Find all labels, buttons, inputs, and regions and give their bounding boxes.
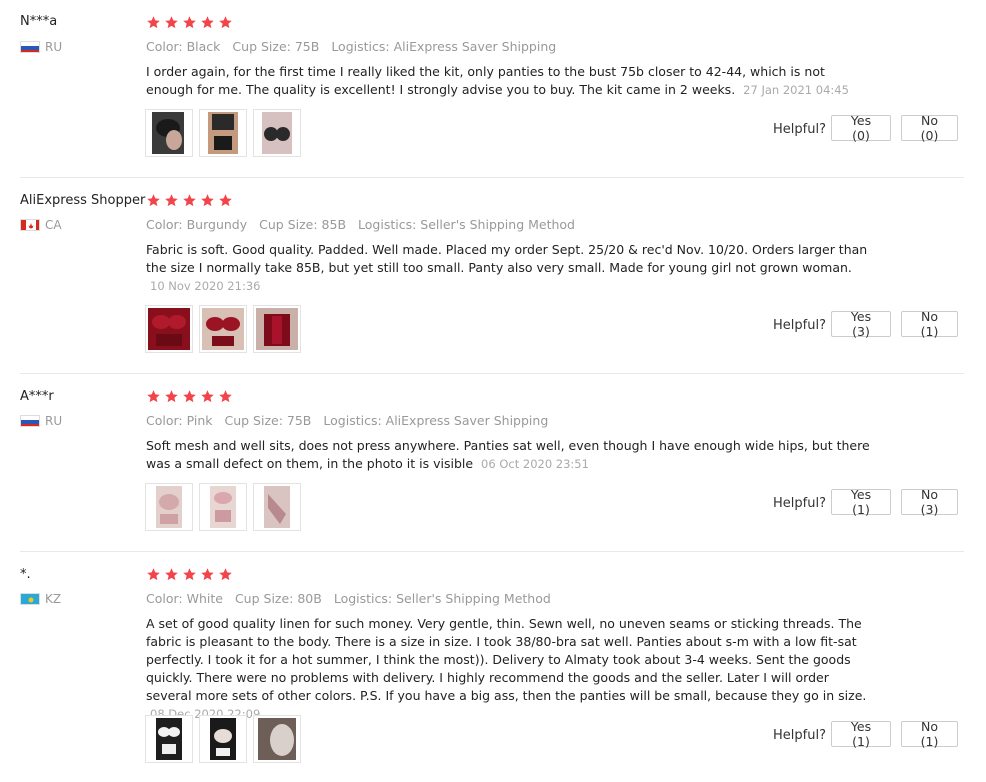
review-item: A***r RU Color: Pink Cup Size: 75B Logisti… (0, 374, 986, 552)
review-photos (145, 109, 301, 157)
country-code: CA (45, 218, 62, 232)
helpful-yes-button[interactable]: Yes (1) (831, 719, 891, 749)
review-attributes: Color: Pink Cup Size: 75B Logistics: AliEx… (146, 413, 560, 428)
helpful-no-button[interactable]: No (0) (901, 113, 958, 143)
star-icon (147, 390, 160, 403)
star-rating (146, 389, 233, 404)
star-icon (147, 16, 160, 29)
attr-cup-size: Cup Size: 85B (259, 217, 347, 232)
review-attributes: Color: Black Cup Size: 75B Logistics: AliE… (146, 39, 568, 54)
star-rating (146, 193, 233, 208)
helpful-label: Helpful? (773, 318, 826, 333)
russia-flag-icon (20, 415, 40, 427)
review-photos (145, 483, 301, 531)
russia-flag-icon (20, 41, 40, 53)
review-date: 06 Oct 2020 23:51 (481, 457, 589, 471)
helpful-no-button[interactable]: No (3) (901, 487, 958, 517)
review-body: I order again, for the first time I real… (146, 64, 825, 97)
reviewer-name: AliExpress Shopper (20, 193, 146, 208)
star-icon (183, 390, 196, 403)
review-photos (145, 715, 301, 763)
country-code: RU (45, 40, 63, 54)
helpful-no-button[interactable]: No (1) (901, 719, 958, 749)
review-photo[interactable] (253, 109, 301, 157)
review-body: A set of good quality linen for such mon… (146, 616, 867, 703)
attr-logistics: Logistics: AliExpress Saver Shipping (323, 413, 549, 428)
review-photos (145, 305, 301, 353)
star-icon (201, 568, 214, 581)
review-attributes: Color: Burgundy Cup Size: 85B Logistics: S… (146, 217, 587, 232)
helpful-no-button[interactable]: No (1) (901, 309, 958, 339)
attr-logistics: Logistics: Seller's Shipping Method (333, 591, 551, 606)
star-icon (219, 194, 232, 207)
star-rating (146, 567, 233, 582)
helpful-label: Helpful? (773, 496, 826, 511)
attr-cup-size: Cup Size: 80B (234, 591, 322, 606)
star-icon (165, 568, 178, 581)
review-text: I order again, for the first time I real… (146, 63, 874, 99)
kazakhstan-flag-icon (20, 593, 40, 605)
star-icon (165, 390, 178, 403)
attr-color: Color: Black (146, 39, 221, 54)
reviewer-country: KZ (20, 592, 61, 606)
review-date: 10 Nov 2020 21:36 (150, 279, 261, 293)
review-text: Fabric is soft. Good quality. Padded. We… (146, 241, 874, 295)
helpful-yes-button[interactable]: Yes (3) (831, 309, 891, 339)
attr-logistics: Logistics: Seller's Shipping Method (358, 217, 575, 232)
helpful-label: Helpful? (773, 122, 826, 137)
star-icon (201, 194, 214, 207)
helpful-label: Helpful? (773, 728, 826, 743)
review-photo[interactable] (199, 305, 247, 353)
review-date: 27 Jan 2021 04:45 (743, 83, 849, 97)
review-item: N***a RU Color: Black Cup Size: 75B Logist… (0, 0, 986, 178)
reviewer-country: RU (20, 40, 62, 54)
star-icon (165, 194, 178, 207)
review-photo[interactable] (145, 109, 193, 157)
star-rating (146, 15, 233, 30)
review-item: AliExpress Shopper CA Color: Burgundy Cup… (0, 178, 986, 374)
country-code: KZ (45, 592, 62, 606)
star-icon (201, 390, 214, 403)
review-photo[interactable] (253, 715, 301, 763)
reviewer-name: N***a (20, 14, 58, 29)
star-icon (183, 194, 196, 207)
review-text: Soft mesh and well sits, does not press … (146, 437, 874, 473)
review-photo[interactable] (199, 483, 247, 531)
review-photo[interactable] (145, 715, 193, 763)
star-icon (165, 16, 178, 29)
star-icon (219, 390, 232, 403)
star-icon (201, 16, 214, 29)
helpful-yes-button[interactable]: Yes (0) (831, 113, 891, 143)
attr-color: Color: Pink (146, 413, 213, 428)
attr-color: Color: Burgundy (146, 217, 248, 232)
star-icon (183, 568, 196, 581)
review-body: Fabric is soft. Good quality. Padded. We… (146, 242, 868, 275)
attr-cup-size: Cup Size: 75B (224, 413, 312, 428)
review-photo[interactable] (145, 305, 193, 353)
star-icon (219, 568, 232, 581)
review-photo[interactable] (199, 109, 247, 157)
star-icon (183, 16, 196, 29)
review-text: A set of good quality linen for such mon… (146, 615, 874, 723)
attr-color: Color: White (146, 591, 223, 606)
attr-logistics: Logistics: AliExpress Saver Shipping (331, 39, 557, 54)
review-photo[interactable] (253, 483, 301, 531)
country-code: RU (45, 414, 63, 428)
reviewer-country: CA (20, 218, 62, 232)
helpful-yes-button[interactable]: Yes (1) (831, 487, 891, 517)
review-item: *. KZ Color: White Cup Size: 80B Logistics… (0, 552, 986, 782)
attr-cup-size: Cup Size: 75B (232, 39, 320, 54)
reviewer-name: *. (20, 567, 31, 582)
star-icon (219, 16, 232, 29)
star-icon (147, 194, 160, 207)
review-photo[interactable] (145, 483, 193, 531)
review-photo[interactable] (199, 715, 247, 763)
reviewer-country: RU (20, 414, 62, 428)
reviewer-name: A***r (20, 389, 54, 404)
review-photo[interactable] (253, 305, 301, 353)
review-attributes: Color: White Cup Size: 80B Logistics: Sell… (146, 591, 563, 606)
canada-flag-icon (20, 219, 40, 231)
star-icon (147, 568, 160, 581)
